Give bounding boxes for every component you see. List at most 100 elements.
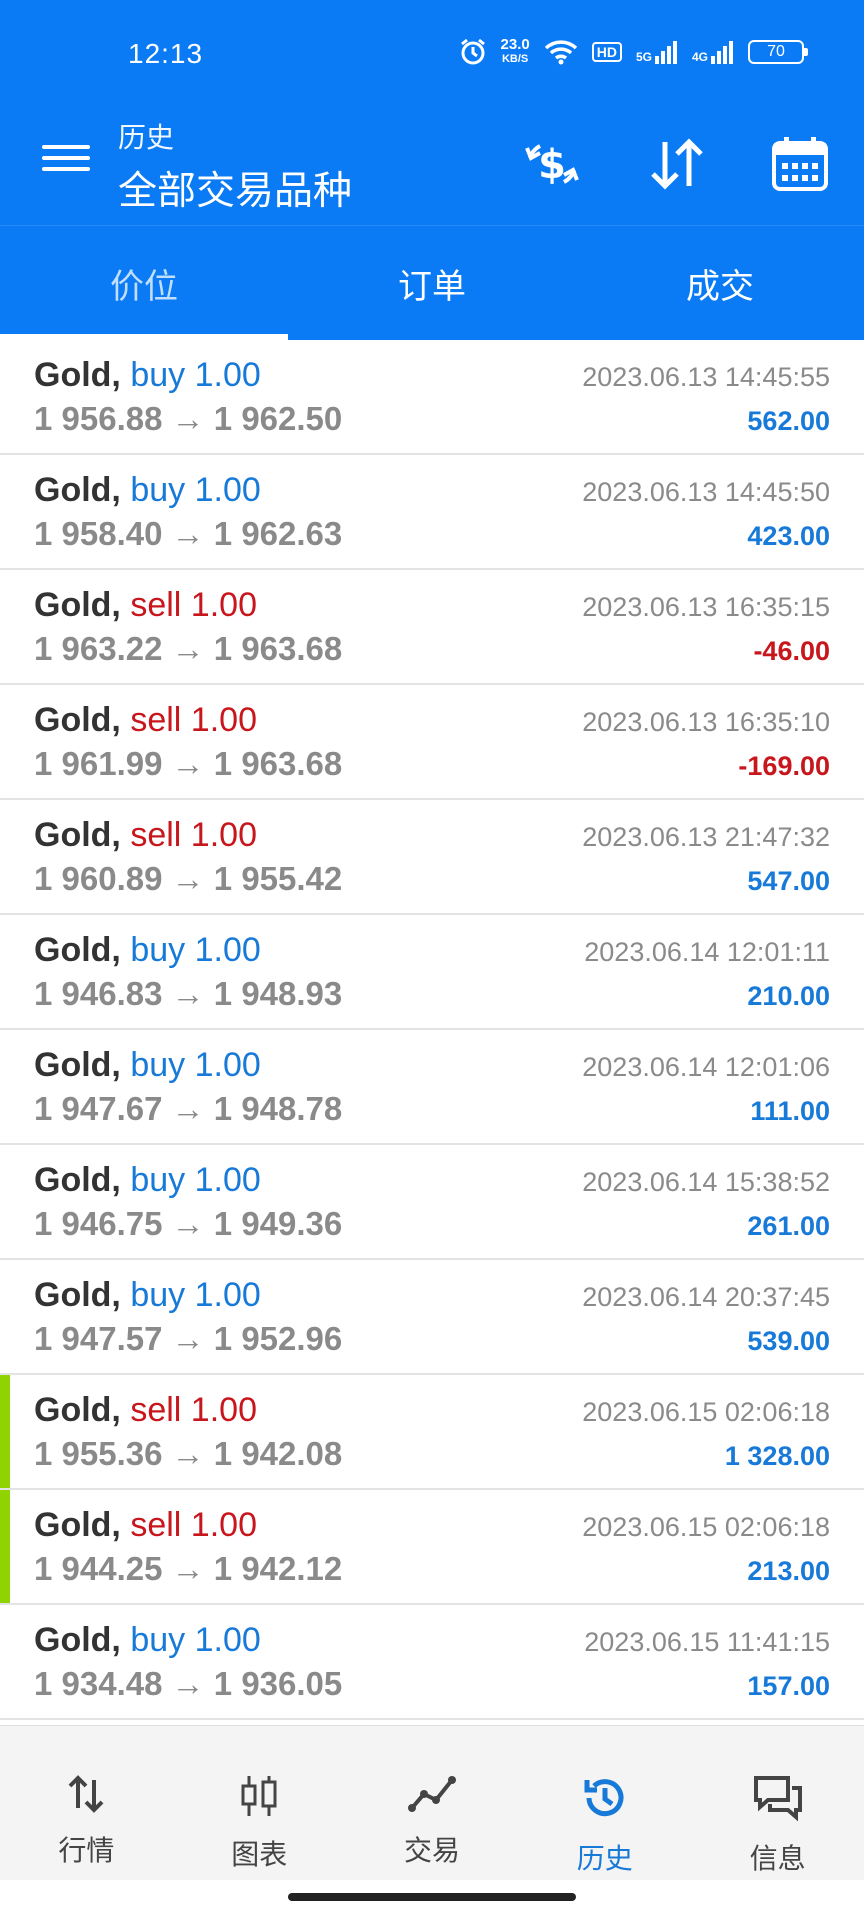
trade-volume: buy 1.00 (130, 1621, 261, 1659)
trade-icon (407, 1774, 456, 1819)
trade-volume: buy 1.00 (130, 471, 261, 509)
trade-date: 2023.06.14 12:01:11 (584, 937, 830, 967)
trade-symbol: Gold, (34, 701, 121, 739)
tab-price[interactable]: 价位 (0, 226, 288, 340)
nav-label: 交易 (403, 1835, 460, 1866)
trade-prices: 1 958.40 → 1 962.63 (34, 515, 343, 552)
trade-title: Gold, buy 1.00 (34, 1621, 261, 1660)
nav-history[interactable]: 历史 (518, 1726, 691, 1880)
trade-symbol: Gold, (34, 356, 121, 394)
trade-profit: 157.00 (747, 1671, 830, 1701)
sort-icon[interactable] (645, 132, 709, 196)
nav-label: 图表 (231, 1839, 288, 1870)
trade-volume: buy 1.00 (130, 931, 261, 969)
trade-symbol: Gold, (34, 816, 121, 854)
trade-row[interactable]: Gold, sell 1.00 1 961.99 → 1 963.68 2023.0… (0, 685, 864, 800)
battery-icon: 70 (748, 40, 808, 64)
trade-prices: 1 946.83 → 1 948.93 (34, 975, 343, 1012)
trade-row[interactable]: Gold, sell 1.00 1 944.25 → 1 942.12 2023.0… (0, 1490, 864, 1605)
title-block: 历史 全部交易品种 (118, 116, 352, 216)
trade-row[interactable]: Gold, buy 1.00 1 946.83 → 1 948.93 2023.06… (0, 915, 864, 1030)
status-bar: 12:13 23.0 KB/S HD 5G 4G 70 (0, 0, 864, 110)
nav-chart[interactable]: 图表 (173, 1726, 346, 1880)
trade-symbol: Gold, (34, 1621, 121, 1659)
home-indicator[interactable] (288, 1893, 576, 1901)
trade-volume: buy 1.00 (130, 1161, 261, 1199)
trade-row[interactable]: Gold, buy 1.00 1 956.88 → 1 962.50 2023.06… (0, 340, 864, 455)
trade-title: Gold, buy 1.00 (34, 1046, 261, 1085)
nav-label: 行情 (58, 1835, 115, 1866)
trade-volume: sell 1.00 (130, 1391, 257, 1429)
trade-date: 2023.06.14 15:38:52 (582, 1167, 830, 1197)
trade-prices: 1 960.89 → 1 955.42 (34, 860, 343, 897)
trade-date: 2023.06.14 12:01:06 (582, 1052, 830, 1082)
trade-symbol: Gold, (34, 1391, 121, 1429)
messages-icon (752, 1774, 804, 1827)
quotes-icon (66, 1774, 106, 1819)
hd-icon: HD (591, 42, 622, 62)
trade-title: Gold, buy 1.00 (34, 931, 261, 970)
trade-row[interactable]: Gold, buy 1.00 1 934.48 → 1 936.05 2023.06… (0, 1605, 864, 1720)
page-title[interactable]: 全部交易品种 (118, 160, 352, 216)
trade-title: Gold, buy 1.00 (34, 471, 261, 510)
trade-profit: 111.00 (750, 1096, 830, 1126)
trade-title: Gold, sell 1.00 (34, 1391, 257, 1430)
tab-orders[interactable]: 订单 (288, 226, 576, 340)
trade-title: Gold, sell 1.00 (34, 586, 257, 625)
trade-title: Gold, buy 1.00 (34, 356, 261, 395)
page-subtitle: 历史 (118, 122, 175, 153)
trade-prices: 1 934.48 → 1 936.05 (34, 1665, 343, 1702)
signal-5g-icon: 5G (636, 40, 678, 64)
trade-row[interactable]: Gold, sell 1.00 1 960.89 → 1 955.42 2023.0… (0, 800, 864, 915)
trade-row[interactable]: Gold, buy 1.00 1 958.40 → 1 962.63 2023.06… (0, 455, 864, 570)
trade-volume: sell 1.00 (130, 586, 257, 624)
nav-trade[interactable]: 交易 (346, 1726, 519, 1880)
trade-date: 2023.06.13 21:47:32 (582, 822, 830, 852)
trade-title: Gold, sell 1.00 (34, 816, 257, 855)
tab-bar: 价位 订单 成交 (0, 225, 864, 340)
trade-profit: 562.00 (747, 406, 830, 436)
trade-prices: 1 961.99 → 1 963.68 (34, 745, 343, 782)
trade-symbol: Gold, (34, 1046, 121, 1084)
trade-prices: 1 947.67 → 1 948.78 (34, 1090, 343, 1127)
trade-row[interactable]: Gold, sell 1.00 1 963.22 → 1 963.68 2023.0… (0, 570, 864, 685)
trade-symbol: Gold, (34, 1276, 121, 1314)
alarm-icon (459, 38, 487, 66)
tab-deals[interactable]: 成交 (576, 226, 864, 340)
trade-volume: sell 1.00 (130, 1506, 257, 1544)
trade-title: Gold, sell 1.00 (34, 701, 257, 740)
trade-profit: 547.00 (747, 866, 830, 896)
nav-label: 信息 (749, 1843, 806, 1874)
trade-symbol: Gold, (34, 1161, 121, 1199)
trade-row[interactable]: Gold, buy 1.00 1 947.67 → 1 948.78 2023.06… (0, 1030, 864, 1145)
trade-title: Gold, buy 1.00 (34, 1161, 261, 1200)
trade-symbol: Gold, (34, 1506, 121, 1544)
top-bar: 12:13 23.0 KB/S HD 5G 4G 70 历史 全部交易品种 $ … (0, 0, 864, 340)
trade-profit: 423.00 (747, 521, 830, 551)
svg-text:$: $ (538, 142, 566, 188)
menu-icon[interactable] (42, 138, 90, 186)
trade-row[interactable]: Gold, sell 1.00 1 955.36 → 1 942.08 2023.0… (0, 1375, 864, 1490)
nav-messages[interactable]: 信息 (691, 1726, 864, 1880)
signal-4g-icon: 4G (692, 40, 734, 64)
trade-date: 2023.06.15 02:06:18 (582, 1397, 830, 1427)
trade-date: 2023.06.13 16:35:10 (582, 707, 830, 737)
trade-profit: 539.00 (747, 1326, 830, 1356)
trade-prices: 1 955.36 → 1 942.08 (34, 1435, 343, 1472)
calendar-icon[interactable] (768, 132, 832, 196)
nav-quotes[interactable]: 行情 (0, 1726, 173, 1880)
app-header: 历史 全部交易品种 $ (0, 110, 864, 225)
trade-profit: 213.00 (747, 1556, 830, 1586)
dollar-swap-icon[interactable]: $ (520, 132, 584, 196)
trade-row[interactable]: Gold, buy 1.00 1 946.75 → 1 949.36 2023.06… (0, 1145, 864, 1260)
trade-date: 2023.06.13 14:45:55 (582, 362, 830, 392)
trade-volume: buy 1.00 (130, 356, 261, 394)
chart-icon (239, 1774, 279, 1823)
trade-symbol: Gold, (34, 586, 121, 624)
wifi-icon (544, 39, 578, 65)
trade-prices: 1 947.57 → 1 952.96 (34, 1320, 343, 1357)
trade-row[interactable]: Gold, buy 1.00 1 947.57 → 1 952.96 2023.06… (0, 1260, 864, 1375)
trade-date: 2023.06.14 20:37:45 (582, 1282, 830, 1312)
trade-prices: 1 963.22 → 1 963.68 (34, 630, 343, 667)
status-time: 12:13 (128, 38, 204, 69)
